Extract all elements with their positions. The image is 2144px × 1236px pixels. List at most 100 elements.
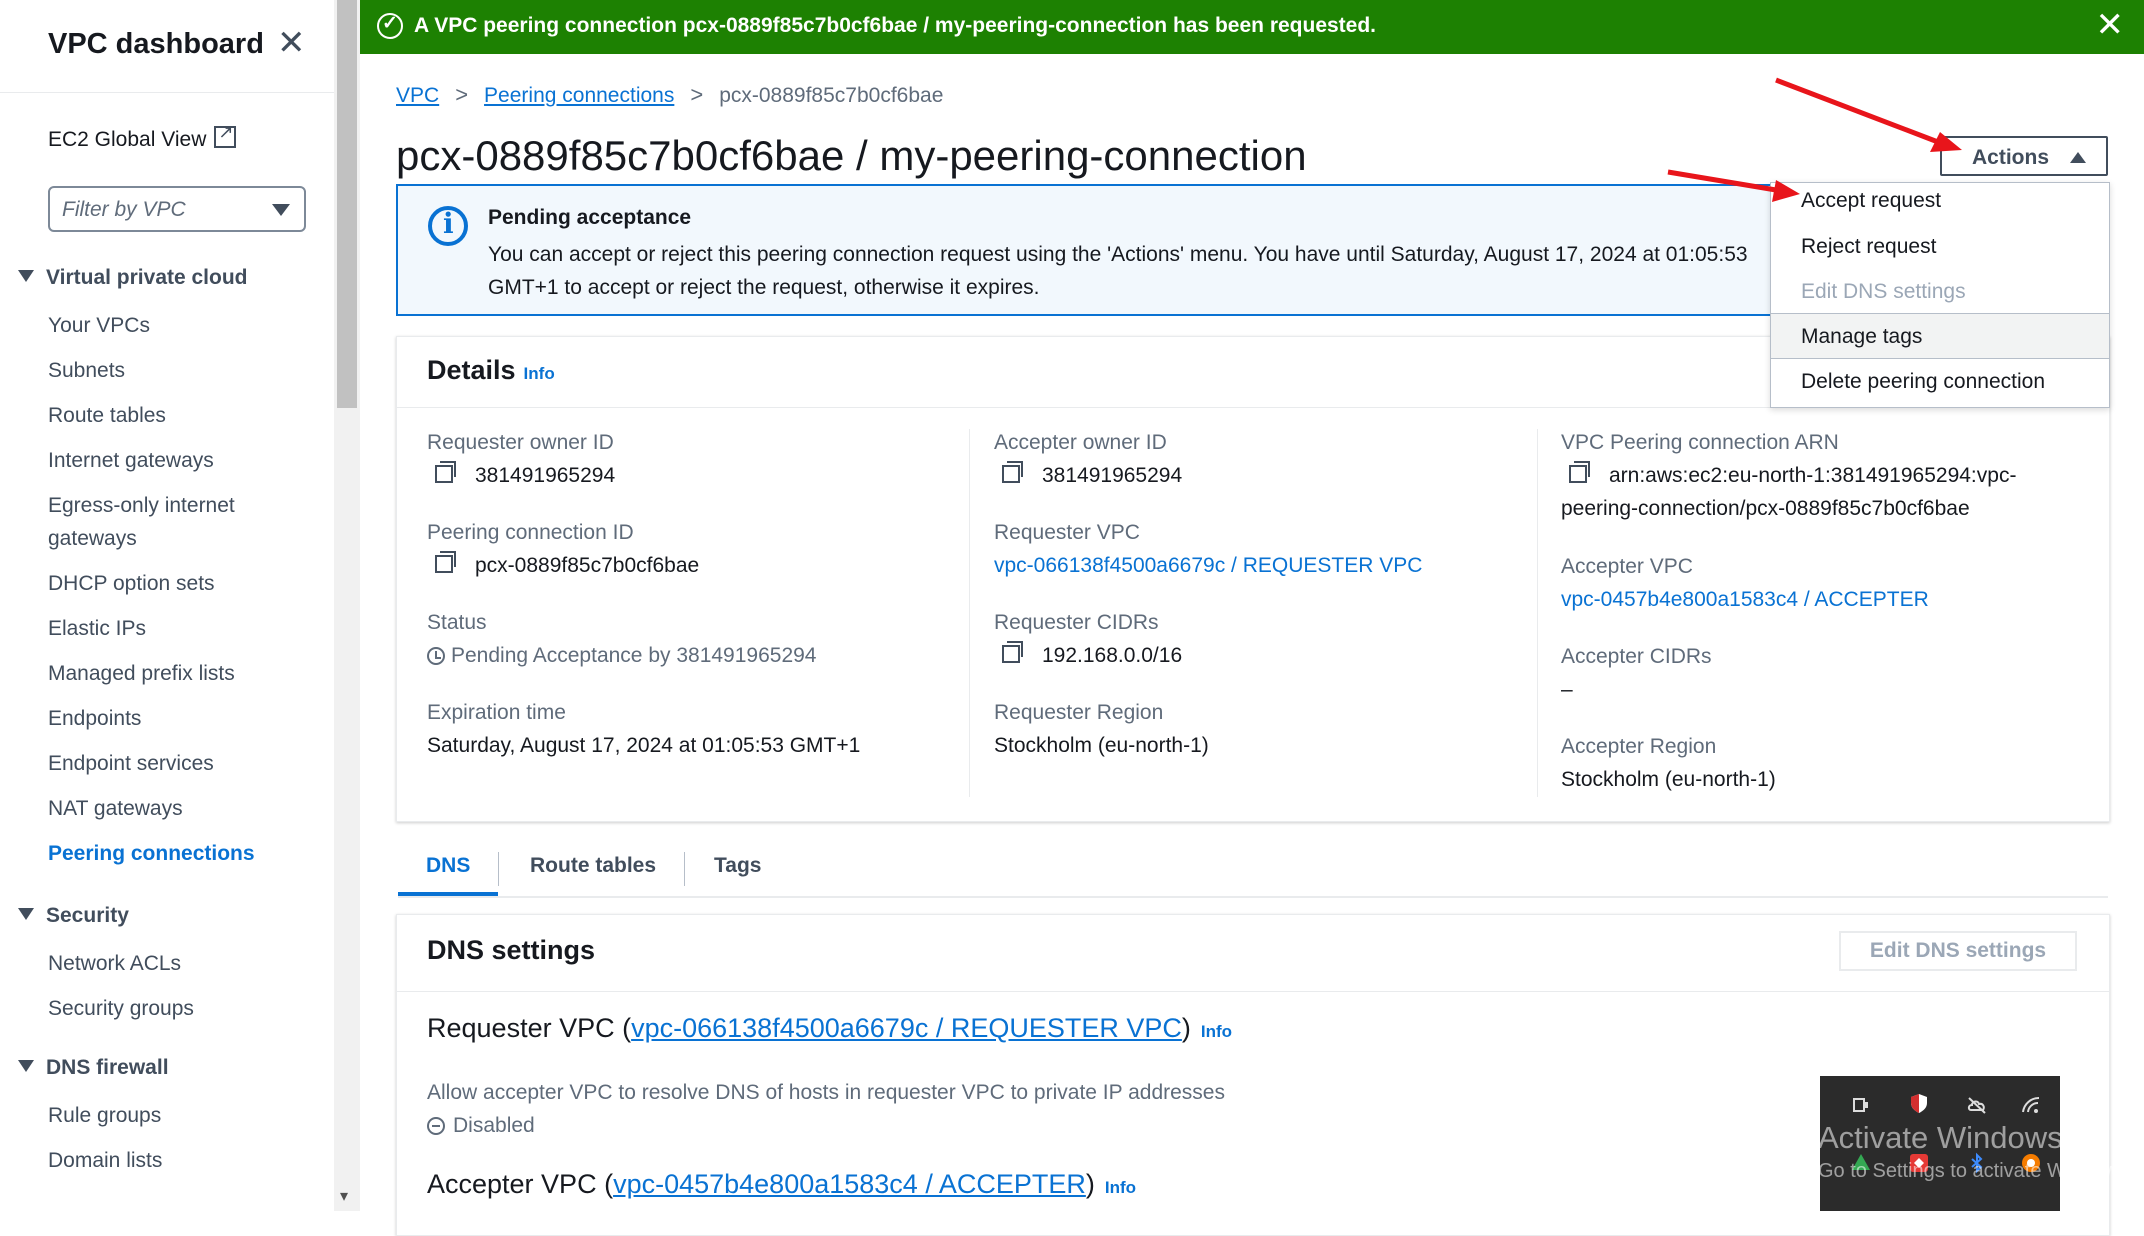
ec2-global-view-link[interactable]: EC2 Global View — [48, 122, 237, 152]
nav-route-tables[interactable]: Route tables — [48, 399, 166, 432]
success-check-icon — [377, 12, 403, 39]
accepter-vpc-label: Accepter VPC — [1561, 555, 1693, 578]
wifi-icon[interactable] — [2020, 1094, 2042, 1116]
breadcrumb-peering-connections[interactable]: Peering connections — [484, 84, 674, 107]
nav-label-line1: Egress-only internet — [48, 494, 235, 517]
nav-domain-lists[interactable]: Domain lists — [48, 1144, 162, 1177]
accepter-cidrs-label: Accepter CIDRs — [1561, 645, 1712, 668]
info-circle-icon — [428, 206, 468, 246]
sidebar: VPC dashboard ✕ EC2 Global View Filter b… — [0, 0, 335, 1211]
value-text: 381491965294 — [1042, 464, 1183, 487]
accepter-region-label: Accepter Region — [1561, 735, 1717, 758]
nav-internet-gateways[interactable]: Internet gateways — [48, 444, 214, 477]
caret-down-icon — [18, 908, 34, 920]
requester-cidrs-value: 192.168.0.0/16 — [994, 639, 1182, 672]
actions-label: Actions — [1972, 146, 2050, 169]
success-flash-banner: A VPC peering connection pcx-0889f85c7b0… — [360, 0, 2144, 54]
peering-connection-id-value: pcx-0889f85c7b0cf6bae — [427, 549, 699, 582]
nav-section-dns-firewall[interactable]: DNS firewall — [18, 1056, 169, 1080]
requester-region-value: Stockholm (eu-north-1) — [994, 734, 1209, 757]
scroll-down-icon[interactable]: ▾ — [340, 1186, 348, 1206]
accepter-vpc-heading-link[interactable]: vpc-0457b4e800a1583c4 / ACCEPTER — [613, 1169, 1086, 1199]
accepter-info-link[interactable]: Info — [1105, 1178, 1136, 1197]
heading-suffix: ) — [1181, 1013, 1191, 1043]
accepter-vpc-link[interactable]: vpc-0457b4e800a1583c4 / ACCEPTER — [1561, 583, 1929, 616]
tab-tags[interactable]: Tags — [714, 854, 761, 878]
tab-route-tables[interactable]: Route tables — [530, 854, 656, 878]
menu-manage-tags[interactable]: Manage tags — [1801, 325, 1922, 349]
nav-egress-only-internet-gateways[interactable]: Egress-only internet gateways — [48, 489, 235, 555]
clock-icon — [427, 647, 445, 665]
requester-vpc-link[interactable]: vpc-066138f4500a6679c / REQUESTER VPC — [994, 549, 1422, 582]
nav-section-virtual-private-cloud[interactable]: Virtual private cloud — [18, 266, 248, 290]
nav-label-line2: gateways — [48, 527, 137, 550]
menu-delete-peering-connection[interactable]: Delete peering connection — [1801, 370, 2045, 394]
breadcrumb: VPC > Peering connections > pcx-0889f85c7b0c… — [396, 82, 943, 108]
tab-separator — [498, 852, 499, 886]
dismiss-banner-icon[interactable]: ✕ — [2096, 8, 2125, 42]
active-tab-indicator — [398, 892, 498, 896]
value-text: pcx-0889f85c7b0cf6bae — [475, 554, 700, 577]
nav-subnets[interactable]: Subnets — [48, 354, 125, 387]
nav-your-vpcs[interactable]: Your VPCs — [48, 309, 150, 342]
requester-vpc-heading-link[interactable]: vpc-066138f4500a6679c / REQUESTER VPC — [631, 1013, 1182, 1043]
security-shield-icon[interactable] — [1908, 1092, 1930, 1114]
nav-elastic-ips[interactable]: Elastic IPs — [48, 612, 146, 645]
breadcrumb-vpc[interactable]: VPC — [396, 84, 439, 107]
divider — [397, 991, 2109, 992]
nav-section-label: Virtual private cloud — [46, 266, 248, 289]
filter-by-vpc-select[interactable]: Filter by VPC — [48, 186, 306, 232]
menu-accept-request[interactable]: Accept request — [1801, 189, 1941, 213]
sidebar-scrollbar[interactable]: ▾ — [334, 0, 360, 1211]
nav-managed-prefix-lists[interactable]: Managed prefix lists — [48, 657, 235, 690]
accepter-owner-id-value: 381491965294 — [994, 459, 1182, 492]
accepter-cidrs-value: – — [1561, 678, 1573, 701]
filter-placeholder: Filter by VPC — [62, 198, 186, 221]
meet-now-icon[interactable] — [1850, 1094, 1872, 1116]
menu-reject-request[interactable]: Reject request — [1801, 235, 1936, 259]
nav-network-acls[interactable]: Network ACLs — [48, 947, 181, 980]
chevron-right-icon: > — [455, 82, 469, 107]
nav-endpoint-services[interactable]: Endpoint services — [48, 747, 214, 780]
cloud-offline-icon[interactable] — [1966, 1094, 1988, 1116]
activate-windows-subtext: Go to Settings to activate Windows. — [1818, 1160, 2134, 1182]
scrollbar-thumb[interactable] — [337, 0, 357, 408]
caret-down-icon — [18, 1060, 34, 1072]
requester-owner-id-value: 381491965294 — [427, 459, 615, 492]
heading-prefix: Requester VPC ( — [427, 1013, 632, 1043]
chevron-right-icon: > — [690, 82, 704, 107]
copy-icon[interactable] — [1002, 461, 1023, 483]
nav-nat-gateways[interactable]: NAT gateways — [48, 792, 183, 825]
requester-info-link[interactable]: Info — [1201, 1022, 1232, 1041]
banner-suffix: has been requested. — [1167, 14, 1377, 37]
column-divider — [969, 429, 970, 797]
value-text: Disabled — [453, 1114, 535, 1137]
details-title: Details — [427, 355, 516, 385]
allow-resolve-value: Disabled — [427, 1109, 535, 1142]
expiration-time-value: Saturday, August 17, 2024 at 01:05:53 GM… — [427, 734, 861, 757]
allow-resolve-label: Allow accepter VPC to resolve DNS of hos… — [427, 1081, 1225, 1104]
copy-icon[interactable] — [1569, 461, 1590, 483]
copy-icon[interactable] — [1002, 641, 1023, 663]
copy-icon[interactable] — [435, 461, 456, 483]
nav-rule-groups[interactable]: Rule groups — [48, 1099, 161, 1132]
accepter-owner-id-label: Accepter owner ID — [994, 431, 1167, 454]
details-info-link[interactable]: Info — [524, 364, 555, 383]
copy-icon[interactable] — [435, 551, 456, 573]
ec2-global-view-label: EC2 Global View — [48, 128, 207, 151]
requester-vpc-heading: Requester VPC (vpc-066138f4500a6679c / R… — [427, 1013, 1232, 1044]
arn-value: arn:aws:ec2:eu-north-1:381491965294:vpc-… — [1561, 459, 2016, 525]
nav-section-label: Security — [46, 904, 129, 927]
nav-endpoints[interactable]: Endpoints — [48, 702, 141, 735]
nav-security-groups[interactable]: Security groups — [48, 992, 194, 1025]
nav-peering-connections[interactable]: Peering connections — [48, 837, 255, 870]
requester-region-label: Requester Region — [994, 701, 1164, 724]
nav-dhcp-option-sets[interactable]: DHCP option sets — [48, 567, 215, 600]
nav-section-security[interactable]: Security — [18, 904, 129, 928]
heading-suffix: ) — [1085, 1169, 1095, 1199]
arn-line2: peering-connection/pcx-0889f85c7b0cf6bae — [1561, 497, 1970, 520]
sidebar-title: VPC dashboard — [48, 28, 264, 60]
tab-dns[interactable]: DNS — [426, 854, 470, 878]
accepter-region-value: Stockholm (eu-north-1) — [1561, 768, 1776, 791]
close-icon[interactable]: ✕ — [277, 26, 306, 60]
